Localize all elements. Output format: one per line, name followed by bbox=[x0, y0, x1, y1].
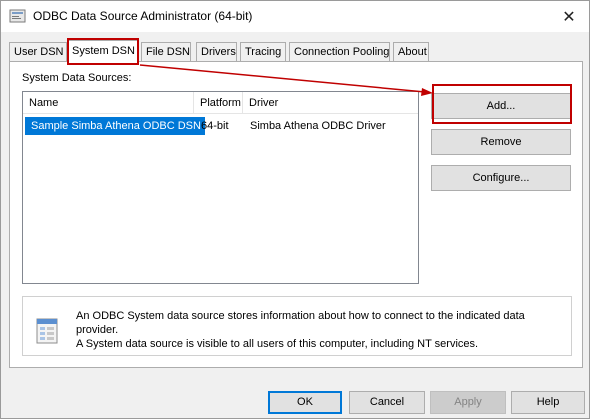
help-button[interactable]: Help bbox=[511, 391, 585, 414]
tab-about[interactable]: About bbox=[393, 42, 429, 62]
odbc-app-icon bbox=[9, 9, 26, 23]
tab-connection-pooling[interactable]: Connection Pooling bbox=[289, 42, 390, 62]
tab-system-dsn[interactable]: System DSN bbox=[67, 40, 139, 63]
close-button[interactable]: ✕ bbox=[549, 1, 589, 32]
title-bar: ODBC Data Source Administrator (64-bit) … bbox=[1, 1, 589, 32]
apply-button[interactable]: Apply bbox=[430, 391, 506, 414]
dsn-name-cell[interactable]: Sample Simba Athena ODBC DSN bbox=[25, 117, 205, 135]
remove-button[interactable]: Remove bbox=[431, 129, 571, 155]
tab-file-dsn[interactable]: File DSN bbox=[141, 42, 191, 62]
list-header: Name Platform Driver bbox=[23, 92, 418, 114]
configure-button[interactable]: Configure... bbox=[431, 165, 571, 191]
odbc-admin-window: ODBC Data Source Administrator (64-bit) … bbox=[0, 0, 590, 419]
cancel-button[interactable]: Cancel bbox=[349, 391, 425, 414]
data-sources-list[interactable]: Name Platform Driver Sample Simba Athena… bbox=[22, 91, 419, 284]
column-header-driver[interactable]: Driver bbox=[243, 92, 418, 114]
tab-user-dsn[interactable]: User DSN bbox=[9, 42, 67, 62]
system-dsn-panel: System Data Sources: Name Platform Drive… bbox=[9, 61, 583, 368]
add-button[interactable]: Add... bbox=[431, 93, 571, 119]
section-label: System Data Sources: bbox=[22, 72, 132, 84]
window-title: ODBC Data Source Administrator (64-bit) bbox=[33, 9, 253, 23]
info-box: An ODBC System data source stores inform… bbox=[22, 296, 572, 356]
dsn-driver-cell[interactable]: Simba Athena ODBC Driver bbox=[244, 117, 386, 135]
info-text: An ODBC System data source stores inform… bbox=[76, 309, 566, 351]
info-line-2: A System data source is visible to all u… bbox=[76, 338, 479, 350]
ok-button[interactable]: OK bbox=[268, 391, 342, 414]
tab-drivers[interactable]: Drivers bbox=[196, 42, 237, 62]
info-line-1: An ODBC System data source stores inform… bbox=[76, 310, 525, 336]
column-header-name[interactable]: Name bbox=[23, 92, 194, 114]
column-header-platform[interactable]: Platform bbox=[194, 92, 243, 114]
close-icon: ✕ bbox=[562, 8, 576, 26]
tab-tracing[interactable]: Tracing bbox=[240, 42, 286, 62]
data-source-icon bbox=[36, 318, 58, 344]
dsn-platform-cell[interactable]: 64-bit bbox=[195, 117, 229, 135]
list-item[interactable]: Sample Simba Athena ODBC DSN 64-bit Simb… bbox=[23, 117, 418, 135]
